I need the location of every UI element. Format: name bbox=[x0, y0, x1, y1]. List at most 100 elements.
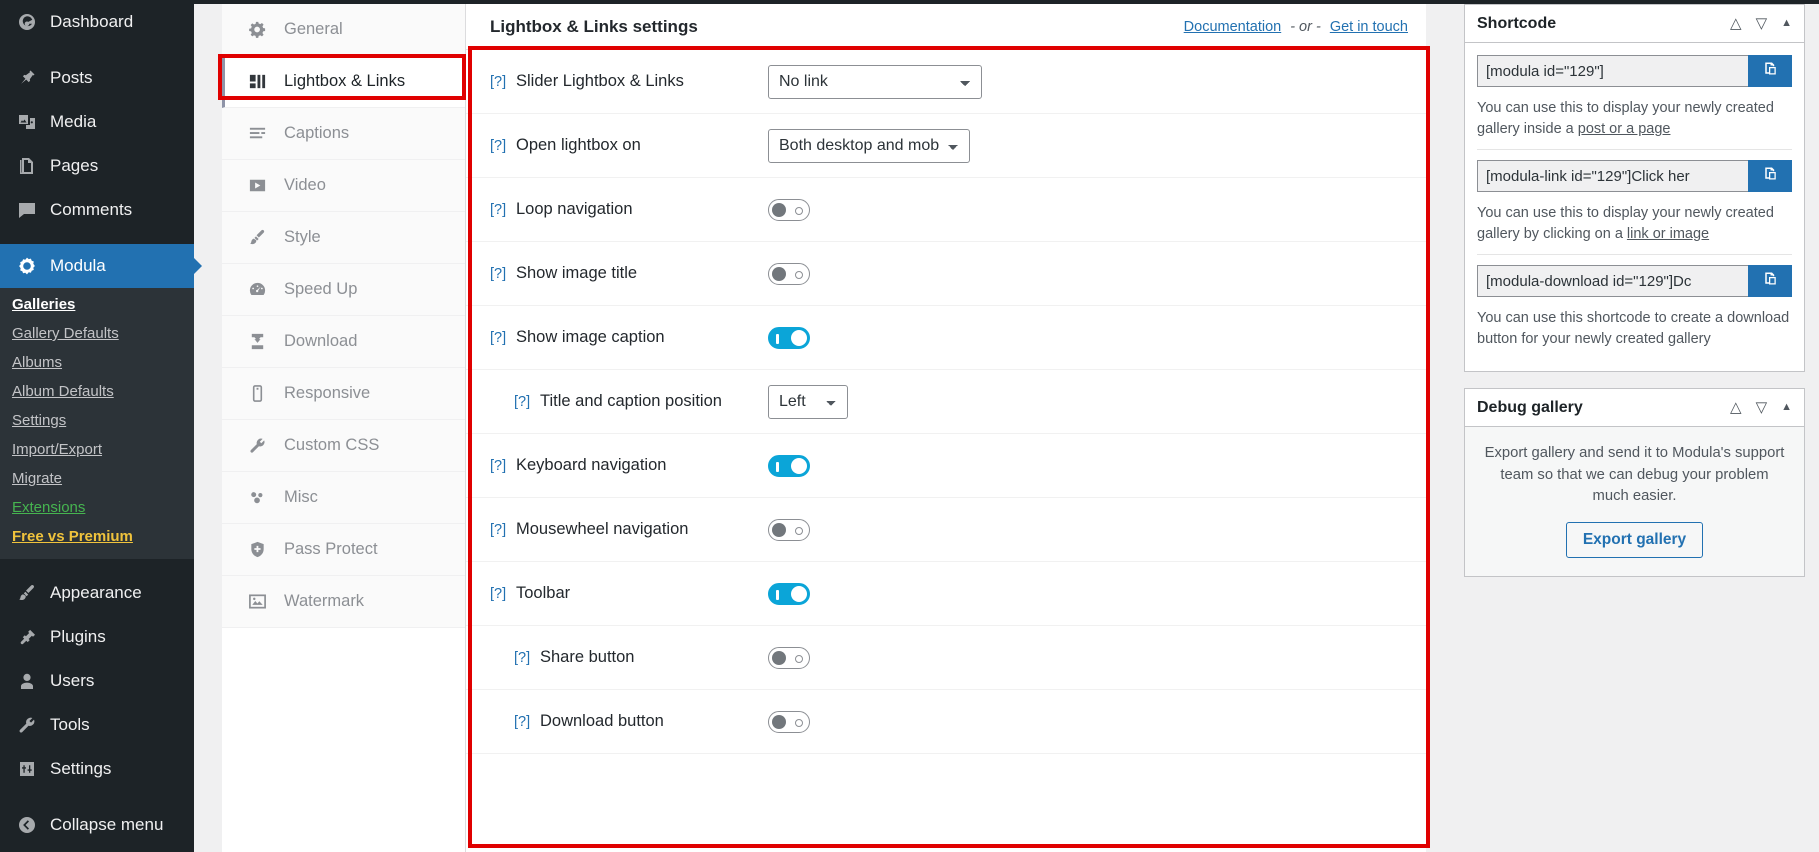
tab-lightbox-links[interactable]: Lightbox & Links bbox=[222, 56, 465, 108]
setting-label: Toolbar bbox=[516, 584, 768, 603]
toggle-toolbar[interactable] bbox=[768, 583, 810, 605]
wp-submenu-item-extensions[interactable]: Extensions bbox=[0, 493, 194, 522]
help-icon[interactable]: [?] bbox=[490, 266, 516, 282]
tab-speed-up[interactable]: Speed Up bbox=[222, 264, 465, 316]
toggle-keyboard-navigation[interactable] bbox=[768, 455, 810, 477]
tab-download[interactable]: Download bbox=[222, 316, 465, 368]
toggle-download-button[interactable] bbox=[768, 711, 810, 733]
toggle-panel-icon[interactable]: ▲ bbox=[1781, 402, 1792, 413]
help-icon[interactable]: [?] bbox=[514, 714, 540, 730]
wp-menu-item-comments[interactable]: Comments bbox=[0, 188, 194, 232]
copy-shortcode-button-0[interactable] bbox=[1748, 55, 1792, 87]
tab-label: Watermark bbox=[284, 592, 364, 611]
tab-captions[interactable]: Captions bbox=[222, 108, 465, 160]
pin-icon bbox=[14, 67, 40, 89]
tab-misc[interactable]: Misc bbox=[222, 472, 465, 524]
shortcode-field-group-0: [modula id="129"] bbox=[1477, 55, 1792, 87]
tab-label: Custom CSS bbox=[284, 436, 379, 455]
select-title-and-caption-position[interactable]: LeftCenterRight bbox=[768, 385, 848, 419]
wp-menu-item-users[interactable]: Users bbox=[0, 659, 194, 703]
tab-style[interactable]: Style bbox=[222, 212, 465, 264]
media-icon bbox=[14, 111, 40, 133]
wp-menu-item-tools[interactable]: Tools bbox=[0, 703, 194, 747]
shortcode-divider bbox=[1477, 254, 1792, 255]
export-gallery-button[interactable]: Export gallery bbox=[1566, 522, 1703, 558]
wp-menu-item-pages[interactable]: Pages bbox=[0, 144, 194, 188]
toggle-panel-icon[interactable]: ▲ bbox=[1781, 18, 1792, 29]
wp-admin-sidebar: Dashboard PostsMediaPages Comments Modula G… bbox=[0, 0, 194, 852]
menu-separator bbox=[0, 232, 194, 244]
help-icon[interactable]: [?] bbox=[490, 74, 516, 90]
shortcode-description-0: You can use this to display your newly c… bbox=[1477, 89, 1792, 149]
settings-rows: [?]Slider Lightbox & LinksNo linkDirect … bbox=[466, 50, 1426, 754]
wp-menu-item-plugins[interactable]: Plugins bbox=[0, 615, 194, 659]
toggle-loop-navigation[interactable] bbox=[768, 199, 810, 221]
move-down-icon[interactable]: ▽ bbox=[1756, 400, 1768, 415]
wp-menu-item-label: Appearance bbox=[50, 583, 142, 603]
tab-label: Speed Up bbox=[284, 280, 357, 299]
wp-menu-item-label: Comments bbox=[50, 200, 132, 220]
wp-menu-item-dashboard[interactable]: Dashboard bbox=[0, 0, 194, 44]
menu-separator bbox=[0, 44, 194, 56]
move-up-icon[interactable]: △ bbox=[1730, 400, 1742, 415]
wp-submenu-item-album-defaults[interactable]: Album Defaults bbox=[0, 377, 194, 406]
shortcode-desc-text: You can use this to display your newly c… bbox=[1477, 205, 1774, 242]
toggle-show-image-caption[interactable] bbox=[768, 327, 810, 349]
wp-submenu-item-albums[interactable]: Albums bbox=[0, 348, 194, 377]
tab-responsive[interactable]: Responsive bbox=[222, 368, 465, 420]
copy-shortcode-button-1[interactable] bbox=[1748, 160, 1792, 192]
help-icon[interactable]: [?] bbox=[514, 394, 540, 410]
tab-pass-protect[interactable]: Pass Protect bbox=[222, 524, 465, 576]
move-down-icon[interactable]: ▽ bbox=[1756, 16, 1768, 31]
shortcode-input-0[interactable]: [modula id="129"] bbox=[1477, 55, 1748, 87]
select-slider-lightbox-links[interactable]: No linkDirect link to imageLightbox bbox=[768, 65, 982, 99]
tab-general[interactable]: General bbox=[222, 4, 465, 56]
help-icon[interactable]: [?] bbox=[514, 650, 540, 666]
pages-icon bbox=[14, 155, 40, 177]
wp-menu-item-posts[interactable]: Posts bbox=[0, 56, 194, 100]
shortcode-input-2[interactable]: [modula-download id="129"]Dc bbox=[1477, 265, 1748, 297]
tab-watermark[interactable]: Watermark bbox=[222, 576, 465, 628]
wp-menu-item-appearance[interactable]: Appearance bbox=[0, 571, 194, 615]
wp-menu-item-modula[interactable]: Modula bbox=[0, 244, 194, 288]
help-icon[interactable]: [?] bbox=[490, 522, 516, 538]
setting-label: Download button bbox=[540, 712, 768, 731]
get-in-touch-link[interactable]: Get in touch bbox=[1330, 19, 1408, 35]
wp-menu-item-media[interactable]: Media bbox=[0, 100, 194, 144]
setting-row-open-lightbox-on: [?]Open lightbox onBoth desktop and mobi… bbox=[466, 114, 1426, 178]
wp-submenu-item-galleries[interactable]: Galleries bbox=[0, 290, 194, 319]
shortcode-desc-link[interactable]: link or image bbox=[1627, 226, 1709, 242]
wp-submenu-item-settings[interactable]: Settings bbox=[0, 406, 194, 435]
dashboard-icon bbox=[14, 11, 40, 33]
select-open-lightbox-on[interactable]: Both desktop and mobileDesktop onlyMobil… bbox=[768, 129, 970, 163]
setting-row-mousewheel-navigation: [?]Mousewheel navigation bbox=[466, 498, 1426, 562]
wp-submenu-item-migrate[interactable]: Migrate bbox=[0, 464, 194, 493]
shortcode-input-1[interactable]: [modula-link id="129"]Click her bbox=[1477, 160, 1748, 192]
wp-menu-item-collapse-menu[interactable]: Collapse menu bbox=[0, 803, 194, 847]
help-icon[interactable]: [?] bbox=[490, 202, 516, 218]
help-icon[interactable]: [?] bbox=[490, 458, 516, 474]
tab-label: Pass Protect bbox=[284, 540, 378, 559]
documentation-link[interactable]: Documentation bbox=[1184, 19, 1282, 35]
help-icon[interactable]: [?] bbox=[490, 330, 516, 346]
setting-row-show-image-title: [?]Show image title bbox=[466, 242, 1426, 306]
shortcode-divider bbox=[1477, 149, 1792, 150]
move-up-icon[interactable]: △ bbox=[1730, 16, 1742, 31]
toggle-mousewheel-navigation[interactable] bbox=[768, 519, 810, 541]
watermark-icon bbox=[244, 592, 270, 611]
toggle-show-image-title[interactable] bbox=[768, 263, 810, 285]
setting-row-title-and-caption-position: [?]Title and caption positionLeftCenterR… bbox=[466, 370, 1426, 434]
wp-submenu-item-import-export[interactable]: Import/Export bbox=[0, 435, 194, 464]
tab-custom-css[interactable]: Custom CSS bbox=[222, 420, 465, 472]
panel-header: Lightbox & Links settings Documentation … bbox=[466, 4, 1426, 50]
wp-menu-item-settings[interactable]: Settings bbox=[0, 747, 194, 791]
tab-video[interactable]: Video bbox=[222, 160, 465, 212]
wp-submenu-item-gallery-defaults[interactable]: Gallery Defaults bbox=[0, 319, 194, 348]
wp-submenu-item-free-vs-premium[interactable]: Free vs Premium bbox=[0, 522, 194, 551]
help-icon[interactable]: [?] bbox=[490, 138, 516, 154]
help-icon[interactable]: [?] bbox=[490, 586, 516, 602]
tab-label: Download bbox=[284, 332, 357, 351]
shortcode-desc-link[interactable]: post or a page bbox=[1578, 121, 1671, 137]
toggle-share-button[interactable] bbox=[768, 647, 810, 669]
copy-shortcode-button-2[interactable] bbox=[1748, 265, 1792, 297]
